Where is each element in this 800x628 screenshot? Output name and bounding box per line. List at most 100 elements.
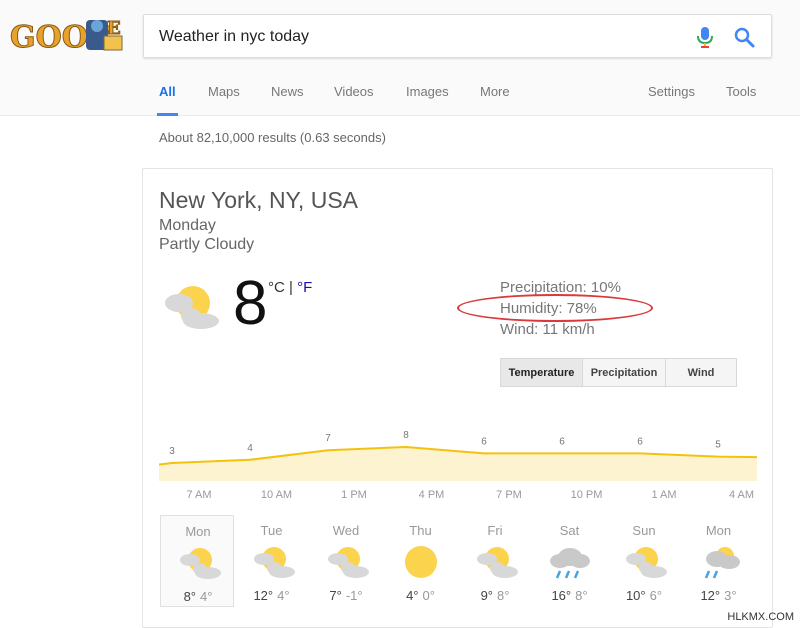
forecast-low: 4°: [277, 588, 290, 603]
chart-toggle: Temperature Precipitation Wind: [500, 358, 737, 387]
time-tick-label: 10 AM: [260, 489, 293, 501]
unit-separator: |: [284, 279, 298, 296]
partly-cloudy-icon: [626, 547, 667, 578]
time-tick-label: 4 AM: [728, 489, 755, 501]
chart-data-label: 6: [559, 436, 565, 447]
microphone-icon[interactable]: [694, 25, 716, 49]
forecast-day[interactable]: Mon 12° 3°: [682, 515, 756, 607]
forecast-temps: 8° 4°: [161, 589, 235, 604]
forecast-day-name: Thu: [409, 523, 432, 538]
forecast-high: 10°: [625, 588, 646, 603]
search-icon[interactable]: [732, 25, 756, 49]
temperature-chart: 3 4 7 8 6 6 6 5: [159, 430, 757, 481]
wind-text: Wind: 11 km/h: [500, 321, 595, 338]
chart-data-label: 6: [637, 436, 643, 447]
tab-news[interactable]: News: [271, 84, 304, 116]
svg-text:E: E: [107, 18, 121, 39]
toggle-wind[interactable]: Wind: [666, 359, 736, 386]
forecast-low: -1°: [345, 588, 363, 603]
partly-cloudy-icon: [165, 286, 219, 329]
forecast-low: 4°: [200, 589, 213, 604]
result-stats: About 82,10,000 results (0.63 seconds): [159, 130, 386, 145]
rain-icon: [549, 548, 590, 579]
search-input[interactable]: [159, 25, 679, 49]
unit-fahrenheit[interactable]: °F: [297, 279, 312, 296]
chart-data-label: 6: [481, 436, 487, 447]
weather-condition: Partly Cloudy: [159, 236, 255, 253]
forecast-temps: 7° -1°: [309, 588, 383, 603]
time-tick-label: 1 AM: [651, 489, 677, 501]
forecast-day-name: Tue: [260, 523, 283, 538]
forecast-low: 8°: [575, 588, 588, 603]
partly-cloudy-icon: [253, 547, 295, 578]
forecast-temps: 12° 4°: [235, 588, 309, 603]
tab-maps[interactable]: Maps: [208, 84, 240, 116]
partly-cloudy-icon: [328, 547, 369, 578]
chart-data-label: 8: [403, 430, 409, 441]
toggle-temperature[interactable]: Temperature: [501, 359, 583, 386]
forecast-low: 6°: [649, 588, 663, 603]
time-tick-label: 4 PM: [418, 489, 445, 501]
tab-images[interactable]: Images: [406, 84, 449, 116]
partly-cloudy-icon: [180, 548, 221, 579]
forecast-high: 12°: [253, 588, 274, 603]
tab-more[interactable]: More: [480, 84, 510, 116]
tab-videos[interactable]: Videos: [334, 84, 374, 116]
forecast-temps: 9° 8°: [458, 588, 532, 603]
sunny-icon: [404, 546, 437, 578]
toggle-precipitation[interactable]: Precipitation: [583, 359, 666, 386]
current-temperature: 8: [233, 269, 268, 338]
tab-all[interactable]: All: [157, 84, 178, 116]
forecast-day-name: Mon: [185, 524, 211, 539]
forecast-high: 4°: [406, 588, 419, 603]
tab-settings[interactable]: Settings: [648, 84, 695, 99]
forecast-high: 7°: [329, 588, 342, 603]
forecast-high: 12°: [700, 588, 721, 603]
tab-tools[interactable]: Tools: [726, 84, 756, 99]
watermark: HLKMX.COM: [727, 611, 794, 623]
forecast-day-name: Sun: [632, 523, 656, 538]
forecast-temps: 12° 3°: [682, 588, 756, 603]
unit-celsius[interactable]: °C: [268, 279, 285, 296]
chart-data-label: 5: [715, 440, 721, 451]
weather-location: New York, NY, USA: [159, 187, 359, 213]
forecast-temps: 4° 0°: [384, 588, 458, 603]
top-bar: GOOG E All Maps News Videos Images More …: [0, 0, 800, 116]
forecast-low: 8°: [497, 588, 510, 603]
chart-time-axis: 7 AM 10 AM 1 PM 4 PM 7 PM 10 PM 1 AM 4 AM: [143, 489, 774, 505]
forecast-low: 0°: [422, 588, 435, 603]
humidity-annotation-circle: [457, 294, 653, 322]
forecast-day[interactable]: Fri 9° 8°: [458, 515, 532, 607]
forecast-day-name: Wed: [332, 523, 360, 538]
chart-data-label: 3: [169, 446, 175, 457]
forecast-day-name: Fri: [487, 523, 503, 538]
weather-day: Monday: [159, 217, 216, 234]
forecast-day[interactable]: Wed 7° -1°: [309, 515, 383, 607]
chart-data-label: 7: [325, 433, 331, 444]
forecast-day[interactable]: Tue 12° 4°: [235, 515, 309, 607]
search-box: [143, 14, 772, 58]
forecast-day[interactable]: Mon 8° 4°: [160, 515, 234, 607]
forecast-temps: 16° 8°: [533, 588, 607, 603]
showers-icon: [704, 547, 740, 579]
forecast-day[interactable]: Sat 16° 8°: [533, 515, 607, 607]
time-tick-label: 10 PM: [570, 489, 603, 501]
google-doodle-logo[interactable]: GOOG E: [8, 14, 126, 58]
forecast-high: 16°: [551, 588, 572, 603]
forecast-day-name: Mon: [705, 523, 732, 538]
time-tick-label: 7 AM: [186, 489, 212, 501]
forecast-high: 8°: [183, 589, 196, 604]
partly-cloudy-icon: [477, 547, 518, 578]
forecast-high: 9°: [480, 588, 493, 603]
forecast-temps: 10° 6°: [607, 588, 681, 603]
forecast-day-name: Sat: [559, 523, 580, 538]
unit-switch: °C | °F: [268, 279, 312, 296]
chart-data-label: 4: [247, 443, 253, 454]
time-tick-label: 7 PM: [496, 489, 522, 501]
time-tick-label: 1 PM: [341, 489, 367, 501]
weather-card: New York, NY, USA Monday Partly Cloudy 8…: [142, 168, 773, 628]
forecast-day[interactable]: Sun 10° 6°: [607, 515, 681, 607]
forecast-day[interactable]: Thu 4° 0°: [384, 515, 458, 607]
daily-forecast: Mon 8° 4° Tue 12° 4° Wed 7° -1° Thu 4° 0° Fri 9° 8° Sat…: [160, 515, 760, 607]
forecast-low: 3°: [724, 588, 737, 603]
